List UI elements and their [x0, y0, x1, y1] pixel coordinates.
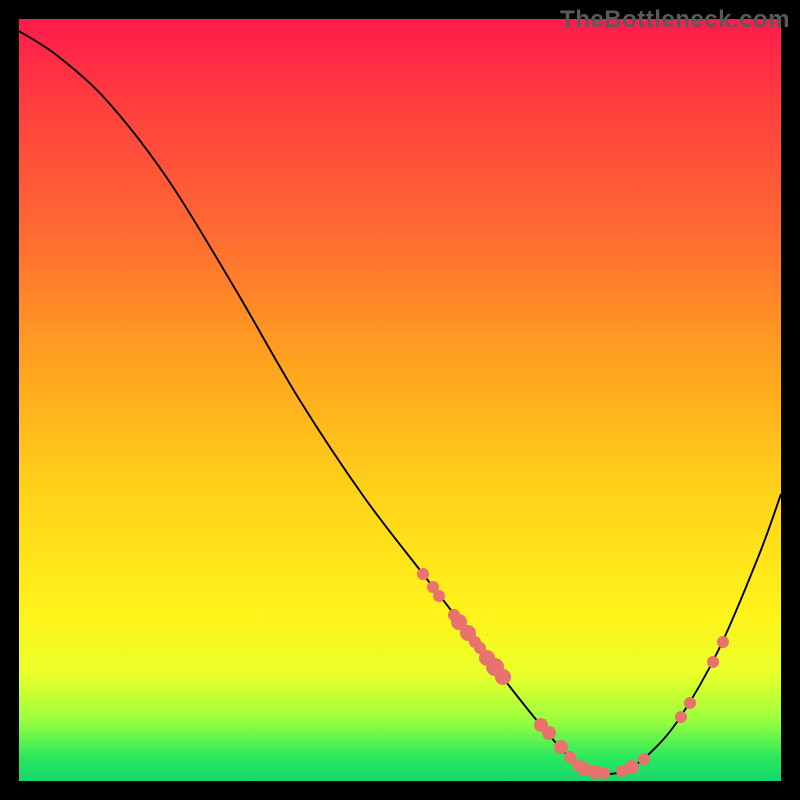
- data-marker: [554, 740, 568, 754]
- data-marker: [675, 711, 687, 723]
- curve-svg: [19, 19, 781, 781]
- chart-frame: TheBottleneck.com: [0, 0, 800, 800]
- data-marker: [598, 767, 610, 779]
- data-marker: [638, 753, 650, 765]
- data-marker: [625, 760, 639, 774]
- data-markers: [417, 568, 729, 779]
- watermark-text: TheBottleneck.com: [560, 6, 790, 34]
- bottleneck-curve: [19, 31, 781, 774]
- data-marker: [717, 636, 729, 648]
- data-marker: [684, 697, 696, 709]
- data-marker: [433, 590, 445, 602]
- data-marker: [495, 669, 511, 685]
- data-marker: [417, 568, 429, 580]
- data-marker: [542, 726, 556, 740]
- data-marker: [707, 656, 719, 668]
- plot-area: [19, 19, 781, 781]
